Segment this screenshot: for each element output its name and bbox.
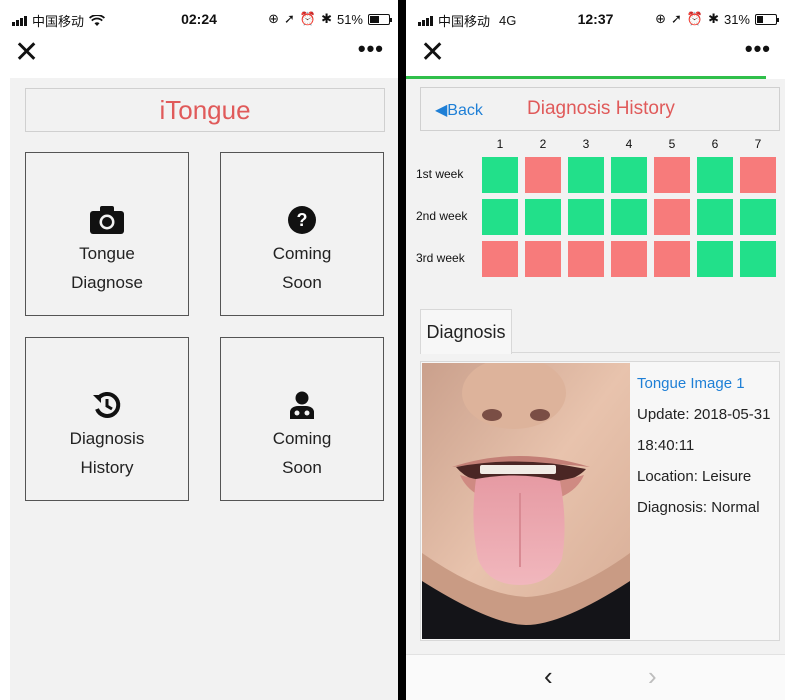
bluetooth-icon: ✱ (708, 11, 719, 26)
day-status-cell-good[interactable] (568, 199, 604, 235)
screenshot-divider (398, 0, 406, 700)
day-status-cell-bad[interactable] (740, 157, 776, 193)
history-content: ◀Back Diagnosis History 1 2 3 4 5 6 7 1st week… (406, 79, 785, 700)
camera-icon (26, 205, 188, 235)
day-status-cell-good[interactable] (740, 241, 776, 277)
alarm-icon: ⏰ (299, 11, 317, 26)
app-title-box: iTongue (25, 88, 385, 132)
diagnosis-card[interactable]: Tongue Image 1 Update: 2018-05-31 18:40:… (420, 361, 780, 641)
chevron-right-icon[interactable]: › (648, 661, 657, 692)
week-label: 2nd week (416, 209, 468, 223)
location-text: Location: Leisure (637, 468, 752, 485)
diagnosis-text: Diagnosis: Normal (637, 499, 760, 516)
day-status-cell-good[interactable] (697, 157, 733, 193)
day-status-cell-good[interactable] (482, 157, 518, 193)
status-right: ⊕ ➚ ⏰ ✱ 51% (268, 11, 392, 27)
week-label: 1st week (416, 167, 464, 181)
battery-percent: 51% (336, 11, 363, 27)
location-icon: ➚ (283, 11, 295, 26)
alarm-icon: ⏰ (686, 11, 704, 26)
orientation-lock-icon: ⊕ (268, 11, 279, 26)
status-bar: 中国移动 02:24 ⊕ ➚ ⏰ ✱ 51% (0, 0, 398, 36)
day-status-cell-bad[interactable] (654, 157, 690, 193)
day-status-cell-good[interactable] (568, 157, 604, 193)
chevron-left-icon[interactable]: ‹ (544, 661, 553, 692)
browser-bottom-nav: ‹ › (406, 654, 785, 700)
nav-bar: ✕ ••• (406, 36, 785, 76)
day-status-cell-good[interactable] (482, 199, 518, 235)
page-title: Diagnosis History (527, 98, 675, 119)
day-status-cell-bad[interactable] (568, 241, 604, 277)
day-status-cell-good[interactable] (740, 199, 776, 235)
day-number: 7 (754, 137, 762, 151)
question-icon: ? (221, 205, 383, 235)
tile-label: Coming Soon (272, 429, 332, 477)
more-icon[interactable]: ••• (745, 36, 771, 62)
app-title: iTongue (159, 95, 251, 125)
tongue-photo (422, 363, 630, 639)
day-number: 3 (582, 137, 590, 151)
tab-diagnosis[interactable]: Diagnosis (420, 309, 512, 354)
week-row: 3rd week (406, 241, 785, 277)
battery-icon (755, 13, 779, 25)
day-status-cell-bad[interactable] (525, 241, 561, 277)
bluetooth-icon: ✱ (321, 11, 332, 26)
tile-label: Tongue Diagnose (71, 244, 143, 292)
update-time: 18:40:11 (637, 437, 695, 454)
phone-left: 中国移动 02:24 ⊕ ➚ ⏰ ✱ 51% ✕ ••• iTongue Ton… (0, 0, 398, 700)
phone-right: 中国移动 4G 12:37 ⊕ ➚ ⏰ ✱ 31% ✕ ••• ◀Back Di… (406, 0, 785, 700)
close-icon[interactable]: ✕ (14, 38, 39, 68)
more-icon[interactable]: ••• (358, 36, 384, 62)
svg-text:?: ? (297, 210, 308, 230)
back-button[interactable]: ◀Back (435, 100, 483, 120)
coming-soon-tile-2[interactable]: Coming Soon (220, 337, 384, 501)
day-number: 4 (625, 137, 633, 151)
history-icon (26, 390, 188, 420)
tab-bar: Diagnosis (420, 309, 780, 354)
nav-bar: ✕ ••• (0, 36, 398, 76)
day-status-cell-bad[interactable] (525, 157, 561, 193)
image-title-link[interactable]: Tongue Image 1 (637, 368, 777, 399)
day-number: 1 (496, 137, 504, 151)
home-content: iTongue Tongue Diagnose ? Coming Soon Di… (10, 78, 398, 700)
day-number: 2 (539, 137, 547, 151)
status-bar: 中国移动 4G 12:37 ⊕ ➚ ⏰ ✱ 31% (406, 0, 785, 36)
day-status-cell-good[interactable] (611, 157, 647, 193)
close-icon[interactable]: ✕ (420, 38, 445, 68)
diagnosis-details: Tongue Image 1 Update: 2018-05-31 18:40:… (637, 368, 777, 523)
tile-label: Diagnosis History (69, 429, 145, 477)
location-icon: ➚ (670, 11, 682, 26)
tile-label: Coming Soon (272, 244, 332, 292)
day-status-cell-bad[interactable] (482, 241, 518, 277)
week-row: 2nd week (406, 199, 785, 235)
week-label: 3rd week (416, 251, 465, 265)
day-status-cell-good[interactable] (525, 199, 561, 235)
battery-percent: 31% (723, 11, 750, 27)
diagnosis-history-tile[interactable]: Diagnosis History (25, 337, 189, 501)
day-status-cell-good[interactable] (697, 241, 733, 277)
tongue-diagnose-tile[interactable]: Tongue Diagnose (25, 152, 189, 316)
doctor-icon (221, 390, 383, 420)
day-status-cell-bad[interactable] (654, 241, 690, 277)
day-status-cell-bad[interactable] (611, 241, 647, 277)
battery-icon (368, 13, 392, 25)
orientation-lock-icon: ⊕ (655, 11, 666, 26)
coming-soon-tile-1[interactable]: ? Coming Soon (220, 152, 384, 316)
status-right: ⊕ ➚ ⏰ ✱ 31% (655, 11, 779, 27)
day-number: 5 (668, 137, 676, 151)
week-row: 1st week (406, 157, 785, 193)
day-status-cell-good[interactable] (697, 199, 733, 235)
day-status-cell-bad[interactable] (654, 199, 690, 235)
day-status-cell-good[interactable] (611, 199, 647, 235)
day-number: 6 (711, 137, 719, 151)
history-header: ◀Back Diagnosis History (420, 87, 780, 131)
update-date: Update: 2018-05-31 (637, 406, 771, 423)
